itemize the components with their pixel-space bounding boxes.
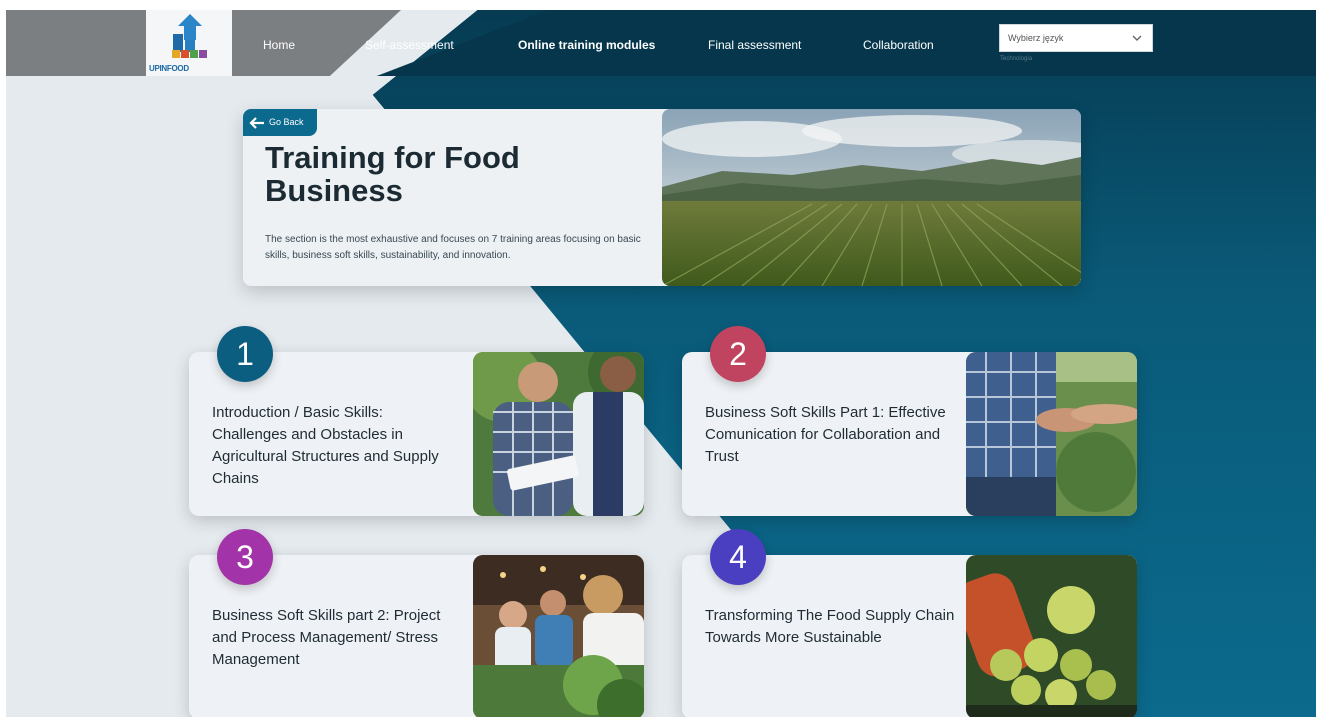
nav-collaboration[interactable]: Collaboration <box>863 38 934 52</box>
module-2-number: 2 <box>729 336 747 372</box>
chevron-down-icon <box>1132 35 1142 41</box>
go-back-label: Go Back <box>269 117 304 127</box>
module-4-number-badge: 4 <box>710 529 766 585</box>
nav-online-training-modules[interactable]: Online training modules <box>518 38 655 52</box>
module-3-title: Business Soft Skills part 2: Project and… <box>212 607 441 668</box>
section-description: The section is the most exhaustive and f… <box>265 234 641 261</box>
header-right-band <box>376 10 1316 76</box>
top-navigation-bar: UPINFOOD Home Self-assessment Online tra… <box>6 10 1316 76</box>
logo-icon <box>172 14 207 58</box>
go-back-button[interactable]: Go Back <box>243 109 317 136</box>
module-2-number-badge: 2 <box>710 326 766 382</box>
language-select-value: Wybierz język <box>1008 33 1064 43</box>
module-3-image <box>473 555 644 717</box>
nav-final-assessment[interactable]: Final assessment <box>708 38 801 52</box>
module-3-number-badge: 3 <box>217 529 273 585</box>
module-4-number: 4 <box>729 539 747 575</box>
page-background: UPINFOOD Home Self-assessment Online tra… <box>6 10 1316 717</box>
farm-field-image <box>662 109 1081 286</box>
nav-home[interactable]: Home <box>263 38 295 52</box>
nav-self-assessment[interactable]: Self-assessment <box>365 38 454 52</box>
module-1-number: 1 <box>236 336 254 372</box>
module-3-number: 3 <box>236 539 254 575</box>
language-select-caption: Technologia <box>1000 56 1033 62</box>
upinfood-logo[interactable]: UPINFOOD <box>146 10 232 76</box>
module-1-number-badge: 1 <box>217 326 273 382</box>
module-2-title: Business Soft Skills Part 1: Effective C… <box>705 404 946 465</box>
arrow-left-icon <box>249 117 264 129</box>
language-select[interactable]: Wybierz język <box>999 24 1153 52</box>
section-hero-card: Go Back Training for Food Business The s… <box>243 109 1081 286</box>
module-4-image <box>966 555 1137 717</box>
module-2-image <box>966 352 1137 516</box>
page-title: Training for Food Business <box>265 140 520 208</box>
module-4-title: Transforming The Food Supply Chain Towar… <box>705 607 955 646</box>
module-1-title: Introduction / Basic Skills: Challenges … <box>212 404 439 487</box>
logo-text: UPINFOOD <box>149 64 189 73</box>
module-1-image <box>473 352 644 516</box>
